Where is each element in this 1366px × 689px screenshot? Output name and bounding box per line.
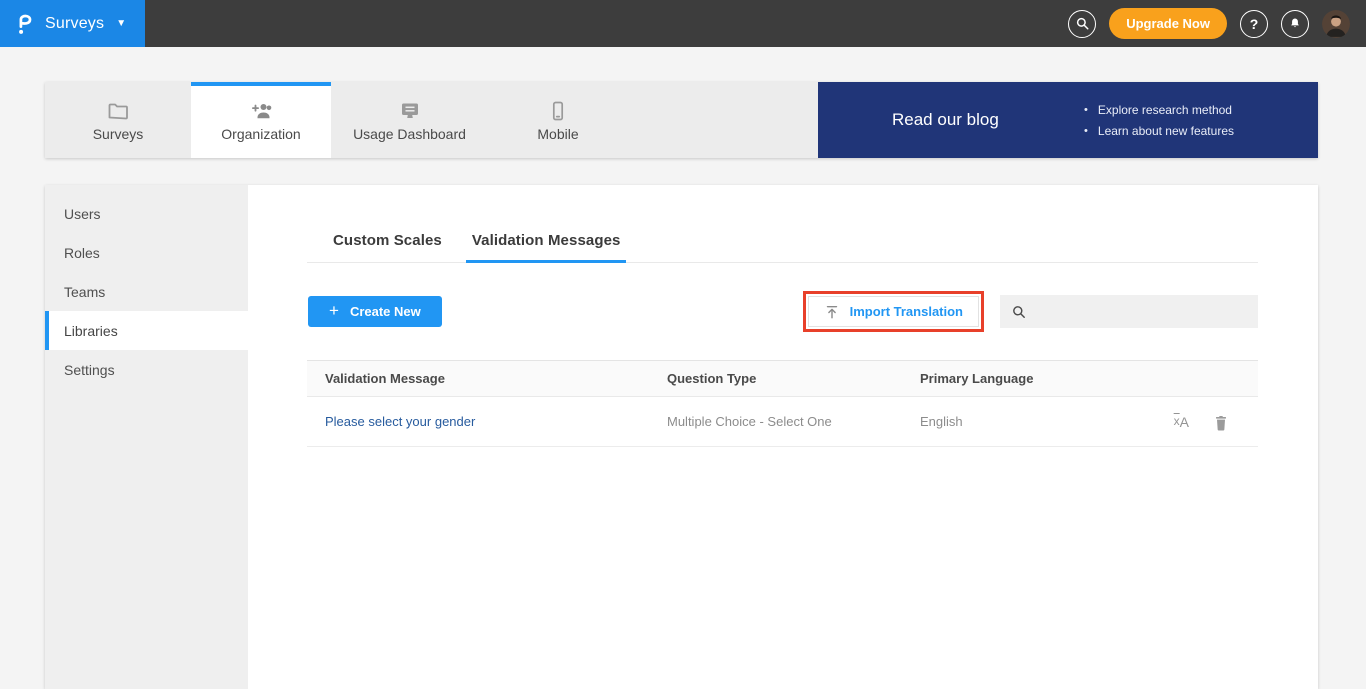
import-translation-label: Import Translation <box>850 304 963 319</box>
plus-icon: + <box>329 301 339 321</box>
toolbar-right: Import Translation <box>803 291 1258 332</box>
blog-banner-bullets: • Explore research method • Learn about … <box>1084 103 1234 138</box>
nav-tab-label: Mobile <box>537 126 578 142</box>
nav-tab-label: Surveys <box>93 126 144 142</box>
primary-language-cell: English <box>920 414 1138 429</box>
library-search <box>1000 295 1258 328</box>
mobile-icon <box>545 99 571 123</box>
search-icon <box>1075 16 1090 31</box>
blog-bullet: • Explore research method <box>1084 103 1234 117</box>
nav-tab-usage-dashboard[interactable]: Usage Dashboard <box>331 82 488 158</box>
sidebar-item-label: Settings <box>64 362 115 378</box>
validation-messages-table: Validation Message Question Type Primary… <box>307 360 1258 447</box>
bullet-dot-icon: • <box>1084 125 1088 137</box>
sidebar-item-settings[interactable]: Settings <box>45 350 248 389</box>
nav-tab-label: Usage Dashboard <box>353 126 466 142</box>
blog-banner[interactable]: Read our blog • Explore research method … <box>818 82 1318 158</box>
product-switcher[interactable]: Surveys ▼ <box>0 0 145 47</box>
topbar: Surveys ▼ Upgrade Now ? <box>0 0 1366 47</box>
blog-bullet-text: Learn about new features <box>1098 124 1234 138</box>
nav-tab-mobile[interactable]: Mobile <box>488 82 628 158</box>
upload-icon <box>824 304 840 320</box>
toolbar: + Create New Import Translation <box>307 291 1258 332</box>
import-highlight-box: Import Translation <box>803 291 984 332</box>
blog-bullet-text: Explore research method <box>1098 103 1232 117</box>
column-header-primary-language: Primary Language <box>920 371 1138 386</box>
tab-custom-scales[interactable]: Custom Scales <box>332 232 443 262</box>
sidebar-item-label: Teams <box>64 284 105 300</box>
blog-bullet: • Learn about new features <box>1084 124 1234 138</box>
notifications-button[interactable] <box>1281 10 1309 38</box>
sidebar-item-label: Users <box>64 206 101 222</box>
org-sidebar: Users Roles Teams Libraries Settings <box>45 185 248 689</box>
table-row: Please select your gender Multiple Choic… <box>307 397 1258 447</box>
upgrade-now-button[interactable]: Upgrade Now <box>1109 8 1227 39</box>
translate-icon[interactable]: xA <box>1174 414 1189 429</box>
validation-message-link[interactable]: Please select your gender <box>325 414 475 429</box>
topbar-actions: Upgrade Now ? <box>1068 8 1366 39</box>
user-avatar[interactable] <box>1322 10 1350 38</box>
person-add-icon <box>248 99 274 123</box>
sidebar-item-roles[interactable]: Roles <box>45 233 248 272</box>
help-button[interactable]: ? <box>1240 10 1268 38</box>
question-mark-icon: ? <box>1250 16 1259 32</box>
folder-icon <box>105 99 131 123</box>
libraries-tabs: Custom Scales Validation Messages <box>307 232 1258 263</box>
nav-tab-label: Organization <box>221 126 300 142</box>
dashboard-icon <box>397 99 423 123</box>
sidebar-item-label: Roles <box>64 245 100 261</box>
row-actions: xA <box>1138 413 1258 431</box>
organization-panel: Users Roles Teams Libraries Settings Cus… <box>45 185 1318 689</box>
question-type-cell: Multiple Choice - Select One <box>667 414 920 429</box>
sidebar-item-teams[interactable]: Teams <box>45 272 248 311</box>
sidebar-item-users[interactable]: Users <box>45 194 248 233</box>
library-search-input[interactable] <box>1035 295 1258 328</box>
column-header-validation-message: Validation Message <box>307 371 667 386</box>
create-new-label: Create New <box>350 304 421 319</box>
trash-icon[interactable] <box>1213 413 1229 431</box>
create-new-button[interactable]: + Create New <box>308 296 442 327</box>
blog-banner-title: Read our blog <box>892 110 999 130</box>
search-button[interactable] <box>1068 10 1096 38</box>
libraries-content: Custom Scales Validation Messages + Crea… <box>248 185 1318 689</box>
bullet-dot-icon: • <box>1084 104 1088 116</box>
sidebar-item-label: Libraries <box>64 323 118 339</box>
sidebar-item-libraries[interactable]: Libraries <box>45 311 248 350</box>
nav-tab-surveys[interactable]: Surveys <box>45 82 191 158</box>
nav-tab-organization[interactable]: Organization <box>191 82 331 158</box>
table-header: Validation Message Question Type Primary… <box>307 360 1258 397</box>
brand-logo-icon <box>15 10 35 37</box>
search-icon <box>1011 304 1027 320</box>
bell-icon <box>1288 16 1302 31</box>
module-nav: Surveys Organization Usage Dashboard <box>45 82 1318 158</box>
column-header-question-type: Question Type <box>667 371 920 386</box>
product-name: Surveys <box>45 15 104 33</box>
tab-validation-messages[interactable]: Validation Messages <box>471 232 622 262</box>
import-translation-button[interactable]: Import Translation <box>808 296 979 327</box>
chevron-down-icon: ▼ <box>116 18 126 29</box>
